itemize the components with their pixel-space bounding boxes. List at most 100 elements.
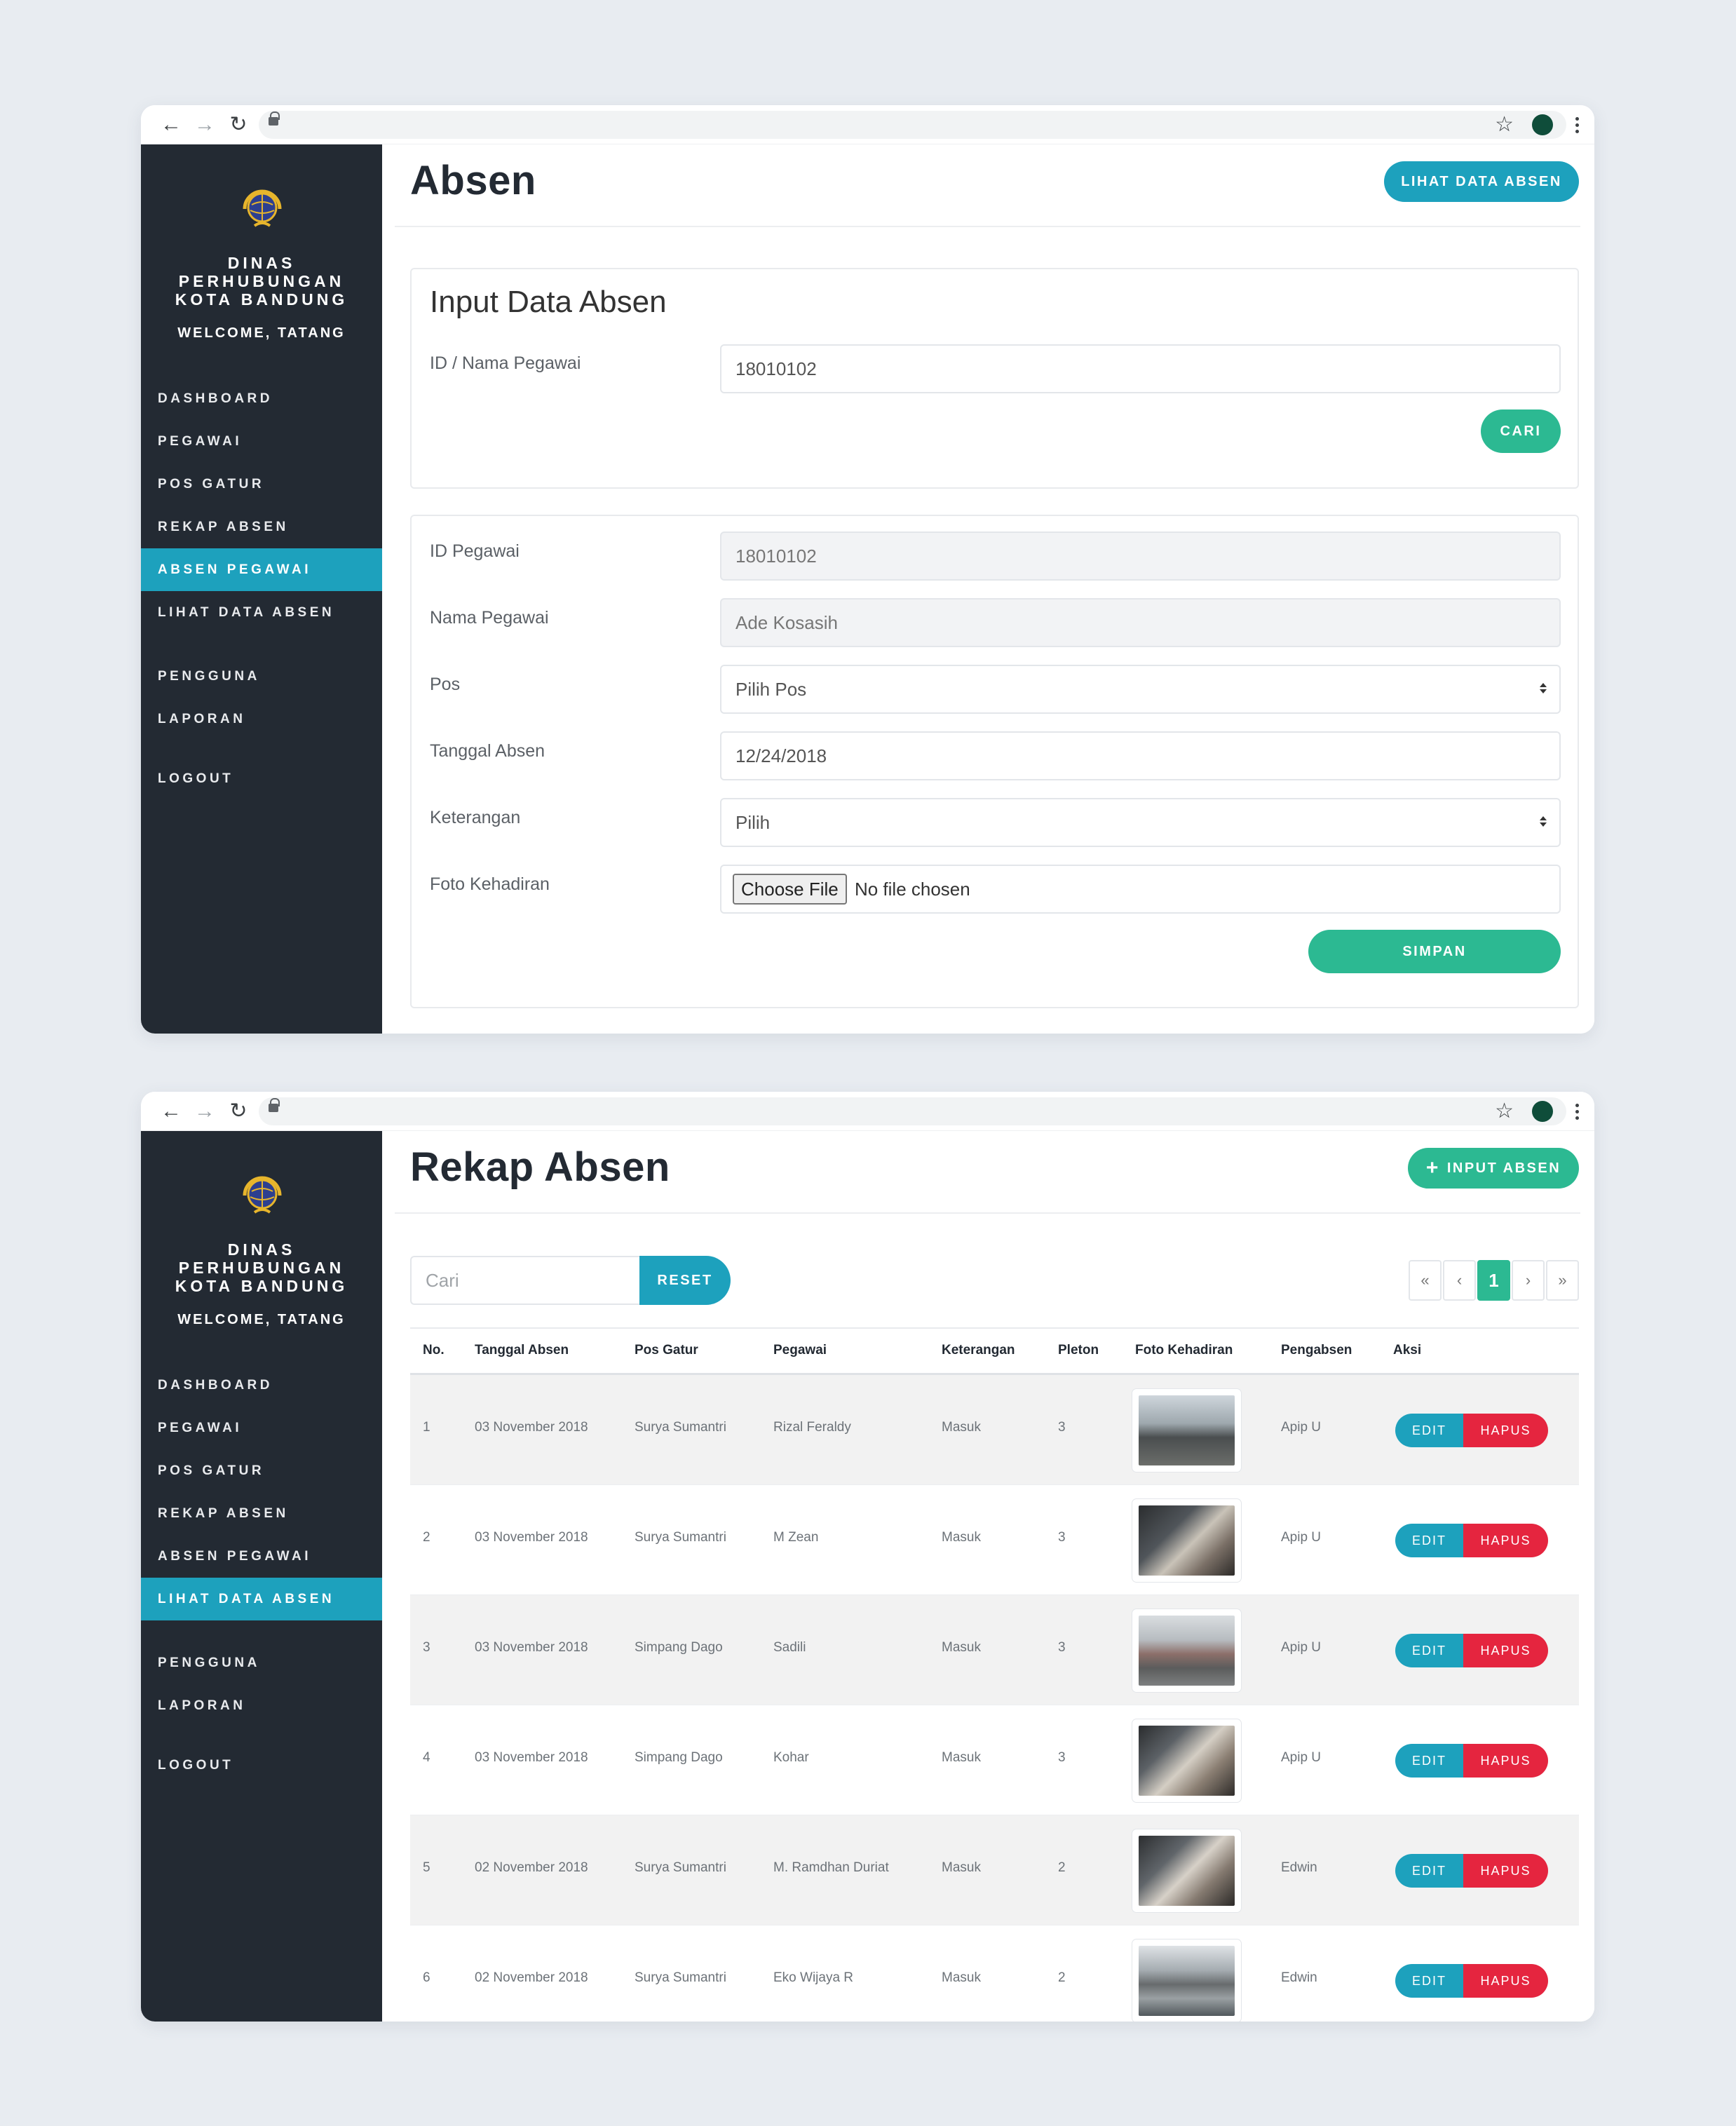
lihat-data-absen-button[interactable]: LIHAT DATA ABSEN xyxy=(1384,161,1579,202)
input-absen-label: INPUT ABSEN xyxy=(1446,1160,1561,1176)
forward-arrow-icon[interactable]: → xyxy=(191,112,218,137)
sidebar-item-absen-pegawai[interactable]: ABSEN PEGAWAI xyxy=(141,1535,382,1578)
sidebar-item-pegawai[interactable]: PEGAWAI xyxy=(141,1407,382,1449)
edit-button[interactable]: EDIT xyxy=(1395,1414,1463,1447)
edit-button[interactable]: EDIT xyxy=(1395,1964,1463,1998)
sidebar-item-pengguna[interactable]: PENGGUNA xyxy=(141,655,382,698)
cell-pos: Simpang Dago xyxy=(635,1750,723,1765)
table-row: 6 02 November 2018 Surya Sumantri Eko Wi… xyxy=(410,1925,1579,2022)
sidebar-item-rekap-absen[interactable]: REKAP ABSEN xyxy=(141,1492,382,1535)
cari-button[interactable]: CARI xyxy=(1481,409,1561,453)
simpan-button[interactable]: SIMPAN xyxy=(1308,930,1561,973)
foto-kehadiran-file-input[interactable]: Choose File No file chosen xyxy=(720,865,1561,914)
edit-button[interactable]: EDIT xyxy=(1395,1524,1463,1557)
search-input[interactable]: Cari xyxy=(410,1256,640,1305)
foto-thumbnail[interactable] xyxy=(1132,1829,1241,1912)
sidebar-item-lihat-data-absen[interactable]: LIHAT DATA ABSEN xyxy=(141,1578,382,1620)
address-bar[interactable] xyxy=(259,1097,1566,1125)
bookmark-star-icon[interactable]: ☆ xyxy=(1495,111,1514,139)
browser-toolbar: ← → ↻ ☆ xyxy=(141,105,1594,144)
row-actions: EDIT HAPUS xyxy=(1395,1854,1548,1888)
browser-actions: ☆ xyxy=(1495,1097,1583,1125)
sidebar-item-dashboard[interactable]: DASHBOARD xyxy=(141,1364,382,1407)
row-actions: EDIT HAPUS xyxy=(1395,1964,1548,1998)
hapus-button[interactable]: HAPUS xyxy=(1463,1964,1548,1998)
hapus-button[interactable]: HAPUS xyxy=(1463,1854,1548,1888)
sidebar-item-pos-gatur[interactable]: POS GATUR xyxy=(141,463,382,506)
table-row: 4 03 November 2018 Simpang Dago Kohar Ma… xyxy=(410,1705,1579,1815)
page-title: Absen xyxy=(410,158,536,203)
hapus-button[interactable]: HAPUS xyxy=(1463,1744,1548,1778)
profile-avatar[interactable] xyxy=(1532,114,1553,135)
street-photo xyxy=(1139,1946,1235,2016)
back-arrow-icon[interactable]: ← xyxy=(158,1099,184,1124)
sidebar-item-logout[interactable]: LOGOUT xyxy=(141,757,382,800)
browser-toolbar: ← → ↻ ☆ xyxy=(141,1092,1594,1131)
edit-button[interactable]: EDIT xyxy=(1395,1634,1463,1667)
pos-select[interactable]: Pilih Pos xyxy=(720,665,1561,714)
foto-thumbnail[interactable] xyxy=(1132,1389,1241,1472)
sidebar-item-lihat-data-absen[interactable]: LIHAT DATA ABSEN xyxy=(141,591,382,634)
foto-thumbnail[interactable] xyxy=(1132,1719,1241,1802)
cell-pegawai: Kohar xyxy=(773,1750,809,1765)
sidebar-item-laporan[interactable]: LAPORAN xyxy=(141,1684,382,1727)
sidebar-menu: DASHBOARD PEGAWAI POS GATUR REKAP ABSEN … xyxy=(141,377,382,800)
bookmark-star-icon[interactable]: ☆ xyxy=(1495,1097,1514,1125)
hapus-button[interactable]: HAPUS xyxy=(1463,1524,1548,1557)
sidebar-item-rekap-absen[interactable]: REKAP ABSEN xyxy=(141,506,382,548)
org-line-2: PERHUBUNGAN xyxy=(178,272,345,290)
cell-pleton: 2 xyxy=(1058,1970,1066,1985)
sidebar-item-pengguna[interactable]: PENGGUNA xyxy=(141,1641,382,1684)
page-prev-button[interactable]: ‹ xyxy=(1443,1260,1476,1301)
page-title: Rekap Absen xyxy=(410,1144,670,1190)
hapus-button[interactable]: HAPUS xyxy=(1463,1634,1548,1667)
forward-arrow-icon[interactable]: → xyxy=(191,1099,218,1124)
table-row: 5 02 November 2018 Surya Sumantri M. Ram… xyxy=(410,1815,1579,1925)
street-photo xyxy=(1139,1726,1235,1796)
more-menu-icon[interactable] xyxy=(1571,116,1583,133)
tanggal-absen-input[interactable]: 12/24/2018 xyxy=(720,731,1561,780)
edit-button[interactable]: EDIT xyxy=(1395,1854,1463,1888)
foto-thumbnail[interactable] xyxy=(1132,1939,1241,2022)
cell-keterangan: Masuk xyxy=(942,1750,981,1765)
absen-form-card: ID Pegawai 18010102 Nama Pegawai Ade Kos… xyxy=(410,515,1579,1008)
cell-pegawai: Eko Wijaya R xyxy=(773,1970,854,1985)
page-first-button[interactable]: « xyxy=(1409,1260,1442,1301)
organization-name: DINAS PERHUBUNGAN KOTA BANDUNG xyxy=(141,1240,382,1295)
file-status-text: No file chosen xyxy=(854,879,970,900)
back-arrow-icon[interactable]: ← xyxy=(158,112,184,137)
reload-icon[interactable]: ↻ xyxy=(225,112,252,137)
sidebar-item-dashboard[interactable]: DASHBOARD xyxy=(141,377,382,420)
title-divider xyxy=(395,1212,1580,1214)
choose-file-button[interactable]: Choose File xyxy=(733,874,847,905)
cell-pos: Surya Sumantri xyxy=(635,1860,726,1875)
page-next-button[interactable]: › xyxy=(1512,1260,1545,1301)
foto-thumbnail[interactable] xyxy=(1132,1499,1241,1582)
cell-pleton: 3 xyxy=(1058,1530,1066,1545)
cell-pengabsen: Edwin xyxy=(1281,1970,1317,1985)
hapus-button[interactable]: HAPUS xyxy=(1463,1414,1548,1447)
address-bar[interactable] xyxy=(259,111,1566,139)
browser-actions: ☆ xyxy=(1495,111,1583,139)
keterangan-select[interactable]: Pilih xyxy=(720,798,1561,847)
search-card: Input Data Absen ID / Nama Pegawai 18010… xyxy=(410,268,1579,489)
cell-tanggal: 02 November 2018 xyxy=(475,1970,588,1985)
reset-button[interactable]: RESET xyxy=(639,1256,731,1305)
page-1-button[interactable]: 1 xyxy=(1477,1260,1510,1301)
reload-icon[interactable]: ↻ xyxy=(225,1099,252,1124)
input-absen-button[interactable]: + INPUT ABSEN xyxy=(1408,1148,1579,1189)
sidebar-item-pegawai[interactable]: PEGAWAI xyxy=(141,420,382,463)
page-last-button[interactable]: » xyxy=(1546,1260,1579,1301)
profile-avatar[interactable] xyxy=(1532,1101,1553,1122)
cell-no: 2 xyxy=(423,1530,430,1545)
cell-keterangan: Masuk xyxy=(942,1530,981,1545)
col-pengabsen: Pengabsen xyxy=(1281,1343,1352,1357)
id-nama-input[interactable]: 18010102 xyxy=(720,344,1561,393)
sidebar-item-logout[interactable]: LOGOUT xyxy=(141,1744,382,1787)
more-menu-icon[interactable] xyxy=(1571,1103,1583,1120)
foto-thumbnail[interactable] xyxy=(1132,1609,1241,1692)
edit-button[interactable]: EDIT xyxy=(1395,1744,1463,1778)
sidebar-item-pos-gatur[interactable]: POS GATUR xyxy=(141,1449,382,1492)
sidebar-item-absen-pegawai[interactable]: ABSEN PEGAWAI xyxy=(141,548,382,591)
sidebar-item-laporan[interactable]: LAPORAN xyxy=(141,698,382,740)
